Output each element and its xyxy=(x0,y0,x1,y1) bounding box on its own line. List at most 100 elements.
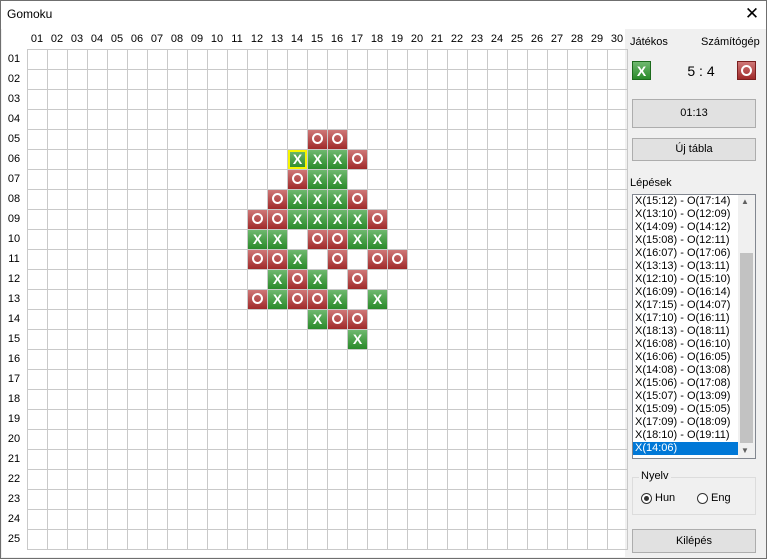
move-list-item[interactable]: X(16:06) - O(16:05) xyxy=(633,351,738,364)
moves-items: X(15:12) - O(17:14) X(13:10) - O(12:09) X(… xyxy=(633,195,755,455)
column-header: 24 xyxy=(490,33,504,45)
row-header: 21 xyxy=(7,453,21,465)
column-header: 29 xyxy=(590,33,604,45)
x-piece: X xyxy=(308,170,327,189)
column-header: 22 xyxy=(450,33,464,45)
column-header: 27 xyxy=(550,33,564,45)
x-piece: X xyxy=(268,290,287,309)
o-piece xyxy=(268,250,287,269)
x-piece: X xyxy=(248,230,267,249)
o-piece xyxy=(348,150,367,169)
o-piece xyxy=(328,230,347,249)
column-header: 19 xyxy=(390,33,404,45)
o-piece xyxy=(328,130,347,149)
radio-hun-label[interactable]: Hun xyxy=(655,492,675,504)
column-header: 11 xyxy=(231,33,243,45)
move-list-item[interactable]: X(14:06) xyxy=(633,442,738,455)
moves-list[interactable]: X(15:12) - O(17:14) X(13:10) - O(12:09) X(… xyxy=(632,194,756,459)
game-window: Gomoku ✕ 01 02 03 04 05 06 07 08 09 10 11 12 13 14 15 1… xyxy=(0,0,767,559)
x-piece: X xyxy=(268,230,287,249)
column-header: 26 xyxy=(530,33,544,45)
move-list-item[interactable]: X(16:09) - O(16:14) xyxy=(633,286,738,299)
row-header: 07 xyxy=(7,173,21,185)
row-header: 15 xyxy=(7,333,21,345)
column-header: 05 xyxy=(110,33,124,45)
scroll-down-icon[interactable]: ▼ xyxy=(741,446,749,455)
column-header: 06 xyxy=(130,33,144,45)
row-header: 14 xyxy=(7,313,21,325)
row-header: 09 xyxy=(7,213,21,225)
row-header: 24 xyxy=(7,513,21,525)
move-list-item[interactable]: X(17:15) - O(14:07) xyxy=(633,299,738,312)
move-list-item[interactable]: X(13:13) - O(13:11) xyxy=(633,260,738,273)
column-header: 01 xyxy=(30,33,44,45)
language-group: Nyelv Hun Eng xyxy=(632,470,756,515)
move-list-item[interactable]: X(15:09) - O(15:05) xyxy=(633,403,738,416)
column-header: 25 xyxy=(510,33,524,45)
move-list-item[interactable]: X(16:07) - O(17:06) xyxy=(633,247,738,260)
x-piece: X xyxy=(328,190,347,209)
move-list-item[interactable]: X(17:10) - O(16:11) xyxy=(633,312,738,325)
o-piece xyxy=(288,270,307,289)
column-header: 02 xyxy=(50,33,64,45)
row-header: 06 xyxy=(7,153,21,165)
move-list-item[interactable]: X(18:13) - O(18:11) xyxy=(633,325,738,338)
move-list-item[interactable]: X(16:08) - O(16:10) xyxy=(633,338,738,351)
x-piece: X xyxy=(348,230,367,249)
x-piece: X xyxy=(308,270,327,289)
radio-hun[interactable] xyxy=(641,493,652,504)
o-piece xyxy=(368,250,387,269)
close-icon[interactable]: ✕ xyxy=(740,3,764,25)
o-piece xyxy=(288,170,307,189)
row-header: 01 xyxy=(7,53,21,65)
x-piece: X xyxy=(328,210,347,229)
move-list-item[interactable]: X(15:08) - O(12:11) xyxy=(633,234,738,247)
radio-eng[interactable] xyxy=(697,493,708,504)
column-header: 18 xyxy=(370,33,384,45)
scroll-up-icon[interactable]: ▲ xyxy=(741,197,749,206)
move-list-item[interactable]: X(12:10) - O(15:10) xyxy=(633,273,738,286)
column-header: 10 xyxy=(210,33,224,45)
computer-label: Számítógép xyxy=(701,36,760,48)
x-piece: X xyxy=(348,210,367,229)
o-piece xyxy=(248,290,267,309)
move-list-item[interactable]: X(15:06) - O(17:08) xyxy=(633,377,738,390)
game-board[interactable]: XXXXXXXXXXXXXXXXXXXXXXXX xyxy=(27,49,628,550)
new-board-button[interactable]: Új tábla xyxy=(632,138,756,161)
move-list-item[interactable]: X(15:12) - O(17:14) xyxy=(633,195,738,208)
x-piece: X xyxy=(288,250,307,269)
x-piece: X xyxy=(368,290,387,309)
x-piece: X xyxy=(368,230,387,249)
o-piece xyxy=(268,210,287,229)
moves-scrollbar[interactable]: ▲ ▼ xyxy=(738,195,755,458)
row-header: 22 xyxy=(7,473,21,485)
row-header: 23 xyxy=(7,493,21,505)
x-piece: X xyxy=(288,190,307,209)
x-piece: X xyxy=(328,170,347,189)
board-area: 01 02 03 04 05 06 07 08 09 10 11 12 13 14 15 16 17 18 19 20… xyxy=(2,29,628,557)
move-list-item[interactable]: X(18:10) - O(19:11) xyxy=(633,429,738,442)
column-header: 23 xyxy=(470,33,484,45)
column-header: 07 xyxy=(150,33,164,45)
exit-button[interactable]: Kilépés xyxy=(632,529,756,553)
computer-symbol-icon xyxy=(737,61,756,80)
move-list-item[interactable]: X(13:10) - O(12:09) xyxy=(633,208,738,221)
x-piece: X xyxy=(328,150,347,169)
timer-display: 01:13 xyxy=(632,99,756,128)
move-list-item[interactable]: X(14:09) - O(14:12) xyxy=(633,221,738,234)
move-list-item[interactable]: X(17:09) - O(18:09) xyxy=(633,416,738,429)
row-header: 12 xyxy=(7,273,21,285)
column-header: 14 xyxy=(290,33,304,45)
x-piece: X xyxy=(328,290,347,309)
row-header: 08 xyxy=(7,193,21,205)
language-label: Nyelv xyxy=(639,470,671,482)
radio-eng-label[interactable]: Eng xyxy=(711,492,731,504)
scroll-thumb[interactable] xyxy=(740,253,753,443)
move-list-item[interactable]: X(15:07) - O(13:09) xyxy=(633,390,738,403)
o-piece xyxy=(308,290,327,309)
score: 5 : 4 xyxy=(687,63,715,79)
row-header: 25 xyxy=(7,533,21,545)
move-list-item[interactable]: X(14:08) - O(13:08) xyxy=(633,364,738,377)
o-piece xyxy=(388,250,407,269)
x-piece: X xyxy=(308,150,327,169)
